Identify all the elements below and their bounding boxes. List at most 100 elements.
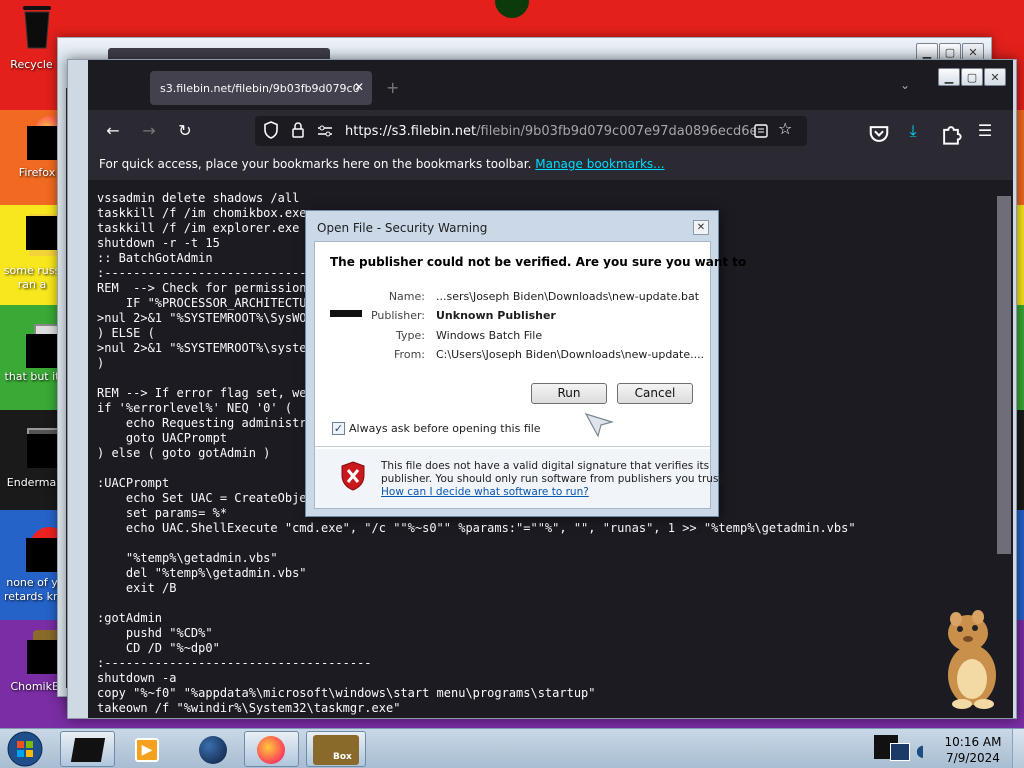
recycle-bin-icon: [17, 6, 57, 49]
minimize-icon[interactable]: ▁: [938, 68, 960, 86]
desktop-icon-none-of[interactable]: none of y retards kn: [0, 527, 68, 604]
scrollbar-thumb[interactable]: [997, 196, 1011, 554]
start-button[interactable]: [5, 730, 45, 768]
tab-bar: s3.filebin.net/filebin/9b03fb9d079c0 ✕ +…: [88, 60, 1013, 110]
warning-text: This file does not have a valid digital …: [381, 460, 726, 499]
url-host: https://s3.filebin.net: [345, 124, 477, 139]
hamster-mascot-icon: [948, 610, 996, 709]
bookmarks-toolbar: For quick access, place your bookmarks h…: [88, 152, 1013, 180]
maximize-icon[interactable]: ▢: [961, 68, 983, 86]
video-icon: [12, 322, 64, 368]
dialog-body: The publisher could not be verified. Are…: [314, 241, 746, 509]
lock-icon[interactable]: [291, 121, 305, 139]
desktop-icon-label: that but it: [4, 370, 60, 383]
code-line: exit /B: [97, 581, 177, 595]
back-arrow-icon[interactable]: ←: [102, 120, 124, 142]
clock-time: 10:16 AM: [944, 735, 1002, 749]
code-line: copy "%~f0" "%appdata%\microsoft\windows…: [97, 686, 596, 700]
youtube-icon: [12, 527, 68, 572]
volume-icon[interactable]: ◖: [916, 741, 924, 760]
warning-area: This file does not have a valid digital …: [315, 449, 726, 508]
warning-line-2: publisher. You should only run software …: [381, 473, 726, 485]
reader-view-icon[interactable]: [754, 124, 768, 138]
code-line: del "%temp%\getadmin.vbs": [97, 566, 307, 580]
help-link[interactable]: How can I decide what software to run?: [381, 486, 589, 498]
name-value: ...sers\Joseph Biden\Downloads\new-updat…: [436, 290, 700, 303]
reload-icon[interactable]: ↻: [174, 120, 196, 142]
chomikbox-icon: [15, 630, 71, 674]
divider: [315, 446, 710, 447]
from-value: C:\Users\Joseph Biden\Downloads\new-upda…: [436, 348, 705, 361]
warning-line-1: This file does not have a valid digital …: [381, 460, 710, 472]
security-warning-dialog[interactable]: Open File - Security Warning ✕ The publi…: [305, 210, 746, 517]
publisher-value: Unknown Publisher: [436, 309, 556, 322]
desktop-icon-some-russ[interactable]: some russ ran a: [0, 214, 69, 292]
url-text: https://s3.filebin.net/filebin/9b03fb9d0…: [345, 124, 755, 139]
new-tab-icon[interactable]: +: [386, 78, 399, 97]
manage-bookmarks-link[interactable]: Manage bookmarks...: [535, 157, 664, 171]
firefox-taskbar-icon: [257, 736, 285, 764]
bookmark-star-icon[interactable]: ☆: [778, 119, 792, 138]
url-bar[interactable]: https://s3.filebin.net/filebin/9b03fb9d0…: [255, 116, 807, 146]
code-line: echo UAC.ShellExecute "cmd.exe", "/c ""%…: [97, 521, 856, 535]
code-line: "%temp%\getadmin.vbs": [97, 551, 278, 565]
chomikbox-taskbar-label: Box: [333, 752, 352, 762]
pocket-icon[interactable]: [868, 123, 890, 145]
publisher-label: Publisher:: [370, 309, 425, 322]
taskbar-item-globe[interactable]: [186, 731, 241, 767]
checkbox-check-icon[interactable]: ✓: [332, 422, 345, 435]
taskbar-item-chomikbox[interactable]: Box: [306, 731, 366, 767]
firefox-icon: [17, 116, 65, 160]
tab-close-icon[interactable]: ✕: [354, 80, 364, 94]
type-label: Type:: [396, 329, 425, 342]
url-path: /filebin/9b03fb9d079c007e97da0896ecd6e9: [476, 124, 755, 139]
clock-date: 7/9/2024: [946, 751, 1000, 765]
from-label: From:: [394, 348, 425, 361]
downloads-icon[interactable]: ⤓: [902, 120, 924, 142]
checkbox-label: Always ask before opening this file: [349, 422, 541, 435]
list-tabs-icon[interactable]: ⌄: [900, 78, 910, 92]
navigation-bar: ← → ↻ https://s3.filebin.net/filebin/9b0…: [88, 110, 1013, 152]
close-icon[interactable]: ✕: [984, 68, 1006, 86]
desktop-icon-label: some russ ran a: [3, 264, 61, 291]
name-label: Name:: [388, 290, 425, 303]
taskbar-item-terminal[interactable]: [60, 731, 115, 767]
code-line: pushd "%CD%": [97, 626, 213, 640]
run-button[interactable]: Run: [531, 383, 607, 404]
type-value: Windows Batch File: [436, 329, 543, 342]
show-desktop-button[interactable]: [1012, 729, 1024, 768]
menu-icon[interactable]: ☰: [974, 120, 996, 142]
globe-icon: [199, 736, 227, 764]
window-controls: ▁ ▢ ✕: [938, 68, 1006, 86]
always-ask-checkbox[interactable]: ✓ Always ask before opening this file: [332, 422, 541, 435]
permissions-icon[interactable]: [317, 124, 333, 138]
shield-icon[interactable]: [263, 121, 279, 139]
tab-title: s3.filebin.net/filebin/9b03fb9d079c0: [160, 81, 360, 95]
code-line: :-------------------------------------: [97, 656, 372, 670]
code-line: vssadmin delete shadows /all: [97, 191, 300, 205]
extensions-icon[interactable]: [940, 123, 962, 145]
taskbar: ▶ Box ◖ 10:16 AM 7/9/2024: [0, 728, 1024, 768]
dialog-title: Open File - Security Warning: [317, 221, 488, 235]
forward-arrow-icon[interactable]: →: [138, 120, 160, 142]
enderman-icon: [15, 428, 69, 468]
code-line: takeown /f "%windir%\System32\taskmgr.ex…: [97, 701, 401, 715]
dialog-close-icon[interactable]: ✕: [693, 220, 709, 235]
desktop-icon-label: none of y retards kn: [4, 576, 60, 603]
system-tray: ◖: [868, 731, 934, 767]
taskbar-item-firefox[interactable]: [244, 731, 299, 767]
media-player-icon: ▶: [135, 738, 159, 762]
code-line: CD /D "%~dp0": [97, 641, 220, 655]
network-icon[interactable]: [890, 743, 910, 761]
desktop-icon-that-but[interactable]: that but it: [0, 322, 64, 384]
warning-shield-icon: [341, 461, 365, 491]
tab-filebin[interactable]: s3.filebin.net/filebin/9b03fb9d079c0 ✕: [150, 71, 372, 105]
cancel-button[interactable]: Cancel: [617, 383, 693, 404]
dialog-heading: The publisher could not be verified. Are…: [330, 255, 747, 269]
clock[interactable]: 10:16 AM 7/9/2024: [938, 734, 1008, 766]
bookmarks-hint: For quick access, place your bookmarks h…: [99, 157, 532, 171]
code-line: shutdown -a: [97, 671, 177, 685]
document-icon: [12, 214, 69, 256]
taskbar-item-media-player[interactable]: ▶: [118, 731, 173, 767]
